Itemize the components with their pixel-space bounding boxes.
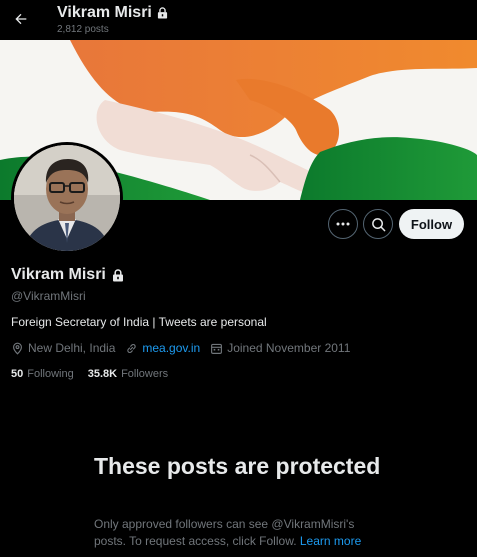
following-stat[interactable]: 50 Following <box>11 368 74 380</box>
arrow-left-icon <box>15 13 27 25</box>
location-icon <box>13 342 22 355</box>
avatar-image <box>14 145 120 251</box>
calendar-icon <box>211 343 223 354</box>
more-icon <box>336 222 350 226</box>
protected-title: These posts are protected <box>94 453 381 479</box>
followers-count: 35.8K <box>87 368 118 380</box>
profile-meta: New Delhi, India mea.gov.in Joined Novem… <box>11 341 360 355</box>
follow-button[interactable]: Follow <box>399 209 464 239</box>
posts-count: 2,812 posts <box>57 24 109 35</box>
display-name: Vikram Misri <box>11 266 106 283</box>
header-title: Vikram Misri <box>57 4 168 22</box>
back-button[interactable] <box>8 6 34 32</box>
lock-icon <box>157 7 167 19</box>
website-link[interactable]: mea.gov.in <box>142 341 200 355</box>
profile-handle: @VikramMisri <box>11 289 86 303</box>
profile-bio: Foreign Secretary of India | Tweets are … <box>11 315 267 329</box>
protected-body: Only approved followers can see @VikramM… <box>94 516 384 550</box>
search-button[interactable] <box>363 209 393 239</box>
joined-item: Joined November 2011 <box>210 341 350 355</box>
following-label: Following <box>27 368 74 380</box>
website-item[interactable]: mea.gov.in <box>125 341 200 355</box>
search-icon <box>371 217 385 231</box>
header-name: Vikram Misri <box>57 4 152 21</box>
avatar[interactable] <box>11 142 123 254</box>
profile-stats: 50 Following 35.8K Followers <box>11 368 168 380</box>
top-bar: Vikram Misri 2,812 posts <box>0 0 477 40</box>
lock-icon <box>112 268 123 281</box>
followers-label: Followers <box>121 368 169 380</box>
followers-stat[interactable]: 35.8K Followers <box>88 368 168 380</box>
location-text: New Delhi, India <box>28 341 116 355</box>
learn-more-link[interactable]: Learn more <box>300 534 361 548</box>
following-count: 50 <box>11 368 24 380</box>
profile-name: Vikram Misri <box>11 266 124 284</box>
link-icon <box>127 343 137 353</box>
joined-text: Joined November 2011 <box>227 341 351 355</box>
more-button[interactable] <box>328 209 358 239</box>
location-item: New Delhi, India <box>11 341 115 355</box>
